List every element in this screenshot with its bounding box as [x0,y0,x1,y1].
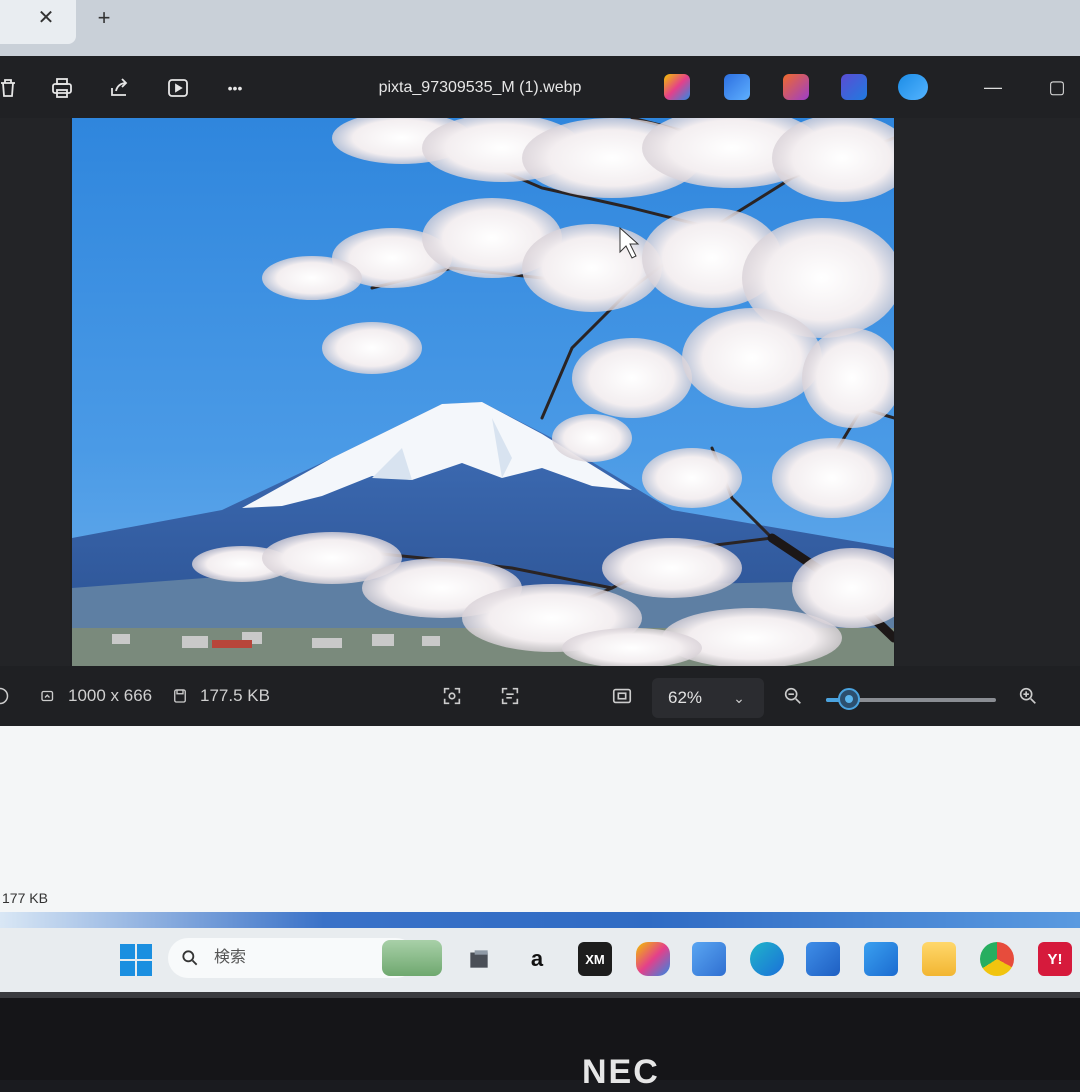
zoom-in-icon[interactable] [1016,684,1040,708]
yahoo-icon[interactable]: Y! [1038,942,1072,976]
image-dimensions: 1000 x 666 [68,686,153,705]
photo-image [72,118,894,666]
outlook-icon[interactable] [864,942,898,976]
browser-tab-strip [0,0,1080,56]
more-icon[interactable]: ••• [219,72,251,104]
minimize-button[interactable]: — [978,72,1008,102]
designer-icon[interactable] [724,74,750,100]
explorer-window [0,726,1080,926]
explorer-file-size: 177 KB [2,890,48,906]
copilot-icon[interactable] [664,74,690,100]
onedrive-icon[interactable] [898,74,928,100]
chevron-down-icon[interactable]: ⌄ [728,686,750,710]
store-icon[interactable] [806,942,840,976]
brand-logo: NEC [582,1053,660,1091]
zoom-value: 62% [667,688,703,707]
file-size-icon [168,684,192,708]
new-tab-icon[interactable]: + [92,4,116,32]
zoom-out-icon[interactable] [781,684,805,708]
xm-app-icon[interactable]: XM [578,942,612,976]
file-size: 177.5 KB [200,686,270,705]
text-recognition-icon[interactable] [498,684,522,708]
share-icon[interactable] [104,72,136,104]
info-icon[interactable] [0,684,12,708]
file-title: pixta_97309535_M (1).webp [378,79,582,96]
dimensions-icon [36,684,60,708]
desktop-wallpaper-strip [0,912,1080,928]
zoom-slider-thumb[interactable] [838,688,860,710]
viewer-right-margin [895,118,1080,666]
fit-to-window-icon[interactable] [610,684,634,708]
edge-icon[interactable] [750,942,784,976]
bezel-edge [0,992,1080,998]
task-view-icon[interactable] [462,942,496,976]
copilot-taskbar-icon[interactable] [636,942,670,976]
viewer-left-margin [0,118,70,666]
viewer-status-bar [0,666,1080,726]
amazon-icon[interactable]: a [520,942,554,976]
widgets-icon[interactable] [382,940,442,976]
slideshow-icon[interactable] [162,72,194,104]
trash-icon[interactable] [0,72,24,104]
close-tab-icon[interactable]: ✕ [34,4,58,32]
clipchamp-icon[interactable] [783,74,809,100]
taskbar-search-box[interactable] [168,938,416,978]
chrome-icon[interactable] [980,942,1014,976]
file-explorer-icon[interactable] [922,942,956,976]
print-icon[interactable] [46,72,78,104]
maximize-button[interactable]: ▢ [1042,72,1072,102]
search-placeholder: 検索 [214,949,247,966]
teams-icon[interactable] [692,942,726,976]
focus-icon[interactable] [440,684,464,708]
windows-start-icon[interactable] [120,944,152,976]
laptop-bezel [0,992,1080,1080]
search-icon [180,948,200,968]
photos-editor-icon[interactable] [841,74,867,100]
